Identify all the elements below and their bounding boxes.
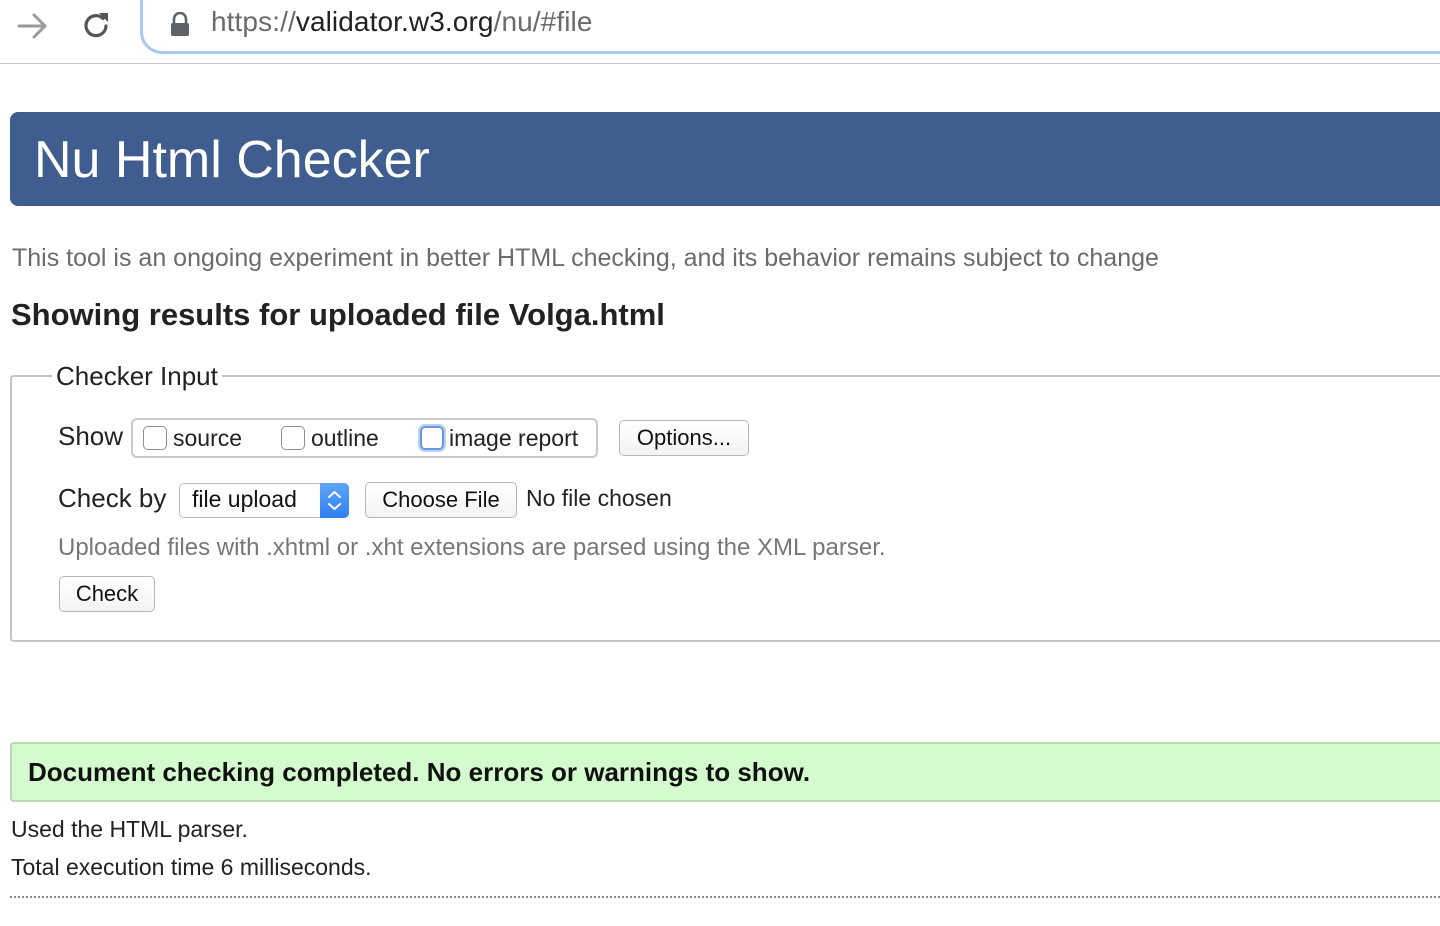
image-report-checkbox[interactable] bbox=[420, 426, 444, 450]
parser-info: Used the HTML parser. bbox=[11, 816, 248, 842]
check-by-select[interactable]: file upload bbox=[179, 483, 349, 518]
file-status: No file chosen bbox=[526, 485, 672, 511]
select-arrows-icon bbox=[320, 483, 349, 518]
url-path: /nu/#file bbox=[493, 6, 593, 37]
url-text[interactable]: https://validator.w3.org/nu/#file bbox=[211, 6, 593, 38]
check-by-value: file upload bbox=[192, 486, 297, 512]
check-button[interactable]: Check bbox=[59, 576, 155, 612]
source-label[interactable]: source bbox=[173, 425, 242, 452]
options-button[interactable]: Options... bbox=[619, 420, 749, 456]
success-message: Document checking completed. No errors o… bbox=[28, 757, 811, 787]
browser-toolbar: https://validator.w3.org/nu/#file bbox=[0, 0, 1440, 64]
show-label: Show bbox=[58, 421, 124, 451]
outline-label[interactable]: outline bbox=[311, 425, 379, 452]
divider bbox=[10, 896, 1440, 898]
results-heading: Showing results for uploaded file Volga.… bbox=[11, 297, 665, 332]
url-scheme: https:// bbox=[211, 6, 296, 37]
check-by-label: Check by bbox=[58, 483, 167, 513]
forward-arrow-icon[interactable] bbox=[14, 10, 50, 42]
show-options-group: source outline image report bbox=[131, 418, 598, 458]
fieldset-legend: Checker Input bbox=[52, 361, 222, 392]
image-report-label[interactable]: image report bbox=[449, 425, 578, 452]
address-bar[interactable]: https://validator.w3.org/nu/#file bbox=[140, 0, 1440, 54]
page-title: Nu Html Checker bbox=[34, 131, 430, 189]
execution-time: Total execution time 6 milliseconds. bbox=[11, 854, 372, 880]
parser-hint: Uploaded files with .xhtml or .xht exten… bbox=[58, 534, 886, 561]
url-host: validator.w3.org bbox=[295, 6, 494, 37]
header-banner: Nu Html Checker bbox=[10, 112, 1440, 206]
outline-checkbox[interactable] bbox=[281, 426, 305, 450]
success-message-box: Document checking completed. No errors o… bbox=[10, 742, 1440, 802]
source-checkbox[interactable] bbox=[143, 426, 167, 450]
choose-file-button[interactable]: Choose File bbox=[365, 482, 517, 518]
lock-icon bbox=[169, 11, 191, 38]
tagline: This tool is an ongoing experiment in be… bbox=[12, 244, 1159, 272]
reload-icon[interactable] bbox=[78, 8, 114, 44]
